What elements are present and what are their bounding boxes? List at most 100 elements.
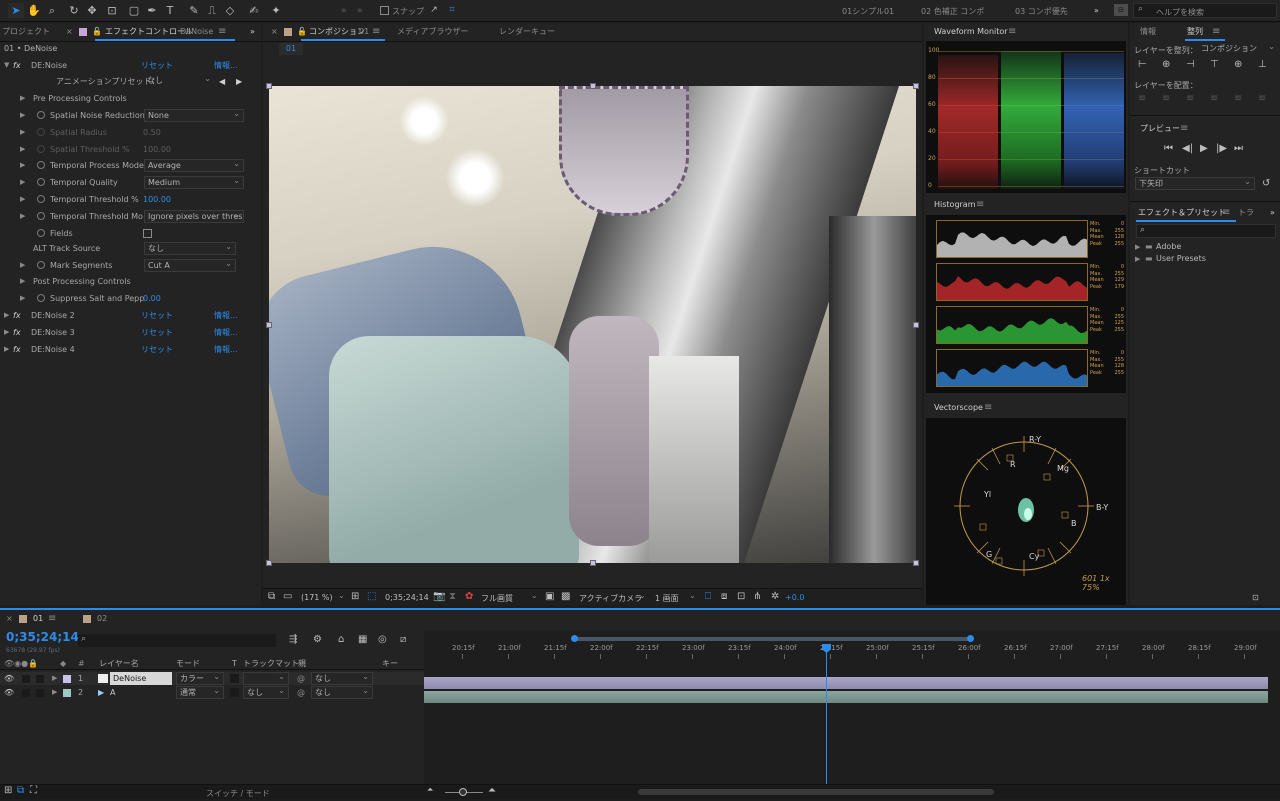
align-hcenter-icon[interactable]: ⊕ (1162, 59, 1170, 70)
axis-local-icon[interactable]: ⌖ (336, 3, 352, 18)
zoom-tool-icon[interactable]: ⌕ (44, 3, 60, 18)
reset-link[interactable]: リセット (141, 341, 173, 358)
next-frame-icon[interactable]: |▶ (1216, 143, 1227, 154)
stopwatch-icon[interactable] (37, 111, 45, 119)
fx-icon[interactable]: fx (13, 324, 21, 341)
tab-close-icon[interactable]: × (271, 23, 278, 41)
align-vcenter-icon[interactable]: ⊕ (1234, 59, 1242, 70)
expand-icon[interactable]: ▶ (4, 341, 9, 358)
timeline-tab-02[interactable]: 02 (97, 610, 107, 628)
reset-icon[interactable]: ↺ (1262, 178, 1270, 189)
fast-preview-icon[interactable]: ⧈ (721, 591, 727, 602)
layer-bar-a[interactable] (424, 691, 1268, 703)
stopwatch-icon[interactable] (37, 161, 45, 170)
effect-row[interactable]: ▶ fx DE:Noise 4 リセット 情報... (0, 341, 260, 358)
hand-tool-icon[interactable]: ✋ (26, 3, 42, 18)
preserve-transparency-toggle[interactable] (230, 674, 239, 683)
expand-icon[interactable]: ▼ (4, 57, 9, 74)
stopwatch-icon[interactable] (37, 228, 45, 237)
work-area-bar[interactable] (574, 637, 970, 641)
layer-bar-denoise[interactable] (424, 677, 1268, 689)
panel-menu-icon[interactable]: ≡ (976, 196, 984, 214)
info-link[interactable]: 情報... (214, 57, 238, 74)
motion-blur-icon[interactable]: ◎ (378, 634, 387, 645)
snap-icon[interactable]: ↗ (426, 3, 442, 18)
stopwatch-icon[interactable] (37, 294, 45, 302)
effects-search-input[interactable]: ⌕ (1136, 224, 1276, 238)
reset-link[interactable]: リセット (141, 324, 173, 341)
zoom-in-icon[interactable]: ⏶ (488, 785, 496, 796)
layer-switches-toggle-icon[interactable]: ⊞ (4, 785, 12, 796)
graph-editor-icon[interactable]: ⧄ (400, 634, 406, 645)
lock-toggle[interactable] (36, 689, 44, 697)
expand-icon[interactable]: ▶ (4, 324, 9, 341)
expand-icon[interactable]: ▶ (20, 257, 25, 274)
layer-name[interactable]: A (110, 686, 115, 699)
shortcut-dropdown[interactable]: 下矢印 (1135, 176, 1255, 190)
align-bottom-icon[interactable]: ⊥ (1258, 59, 1267, 70)
col-layer-name[interactable]: レイヤー名 (99, 657, 139, 670)
stopwatch-icon[interactable] (37, 195, 45, 203)
quality-dropdown[interactable]: フル画質 (481, 593, 513, 604)
tab-info[interactable]: 情報 (1140, 23, 1156, 41)
mask-visibility-icon[interactable]: ⬚ (367, 591, 376, 602)
transform-handle[interactable] (913, 83, 919, 89)
camera-dropdown[interactable]: アクティブカメラ (579, 593, 642, 604)
timeline-tab-01[interactable]: 01 (33, 610, 43, 628)
label-color-swatch[interactable] (63, 675, 71, 683)
viewer-timecode[interactable]: 0;35;24;14 (385, 593, 429, 602)
workspace-overflow-icon[interactable]: » (1094, 6, 1099, 15)
info-link[interactable]: 情報... (214, 307, 238, 324)
reset-link[interactable]: リセット (141, 307, 173, 324)
shy-icon[interactable]: ⌂ (338, 634, 344, 645)
roto-brush-tool-icon[interactable]: ✍ (246, 3, 262, 18)
timeline-timecode[interactable]: 0;35;24;14 (6, 630, 79, 644)
transform-handle[interactable] (913, 560, 919, 566)
transform-handle[interactable] (913, 321, 919, 328)
expand-icon[interactable]: ▶ (4, 307, 9, 324)
horizontal-scrollbar[interactable] (638, 789, 994, 795)
stopwatch-icon[interactable] (37, 127, 45, 136)
workspace-2[interactable]: 02 色補正 コンポ (921, 6, 984, 17)
label-color-swatch[interactable] (63, 689, 71, 697)
expand-icon[interactable]: ▶ (52, 686, 57, 699)
layer-row[interactable]: 👁 ▶ 2 ▶ A 通常 なし @ なし (0, 685, 424, 699)
suppress-value[interactable]: 0.00 (143, 290, 161, 307)
post-processing-group[interactable]: ▶ Post Processing Controls (0, 273, 260, 290)
pen-tool-icon[interactable]: ✒ (144, 3, 160, 18)
param-dropdown[interactable]: Medium (144, 175, 244, 190)
effect-row[interactable]: ▶ fx DE:Noise 2 リセット 情報... (0, 307, 260, 324)
expand-icon[interactable]: ▶ (20, 273, 25, 290)
stopwatch-icon[interactable] (37, 261, 45, 269)
preset-dropdown[interactable]: なし (144, 73, 214, 88)
blend-mode-dropdown[interactable]: 通常 (176, 685, 224, 699)
tab-media-browser[interactable]: メディアブラウザー (397, 23, 468, 41)
grid-icon[interactable]: ⊞ (351, 591, 359, 602)
region-of-interest-icon[interactable]: ▣ (545, 591, 554, 602)
distribute-icon[interactable]: ≡ (1258, 93, 1266, 104)
distribute-icon[interactable]: ≡ (1186, 93, 1194, 104)
panel-menu-icon[interactable]: ≡ (48, 610, 56, 628)
align-left-icon[interactable]: ⊢ (1138, 59, 1147, 70)
last-frame-icon[interactable]: ⏭ (1234, 143, 1243, 154)
composition-viewer-image[interactable] (269, 86, 916, 563)
transparency-grid-icon[interactable]: ▩ (561, 591, 570, 602)
preset-next-icon[interactable]: ▶ (236, 73, 242, 90)
param-dropdown[interactable]: None (144, 108, 244, 122)
zoom-level[interactable]: (171 %) (301, 593, 333, 602)
camera-tool-icon[interactable]: ✥ (84, 3, 100, 18)
in-out-toggle-icon[interactable]: ⛶ (30, 785, 37, 796)
align-top-icon[interactable]: ⊤ (1210, 59, 1219, 70)
stopwatch-icon[interactable] (37, 178, 45, 187)
expand-icon[interactable]: ▶ (20, 191, 25, 208)
views-dropdown[interactable]: 1 画面 (655, 593, 679, 604)
pick-whip-icon[interactable]: @ (297, 672, 305, 685)
workspace-menu-icon[interactable]: ⊟ (1114, 4, 1128, 16)
new-folder-icon[interactable]: ⊡ (1252, 593, 1259, 602)
expand-icon[interactable]: ▶ (20, 157, 25, 174)
draft-3d-icon[interactable]: ⚙ (313, 634, 322, 645)
fx-icon[interactable]: fx (13, 307, 21, 324)
pick-whip-icon[interactable]: @ (297, 686, 305, 699)
time-graph[interactable]: 20:15f 21:00f 21:15f 22:00f 22:15f 23:00f 23:1… (424, 630, 1280, 799)
show-snapshot-icon[interactable]: ⧗ (449, 591, 456, 602)
